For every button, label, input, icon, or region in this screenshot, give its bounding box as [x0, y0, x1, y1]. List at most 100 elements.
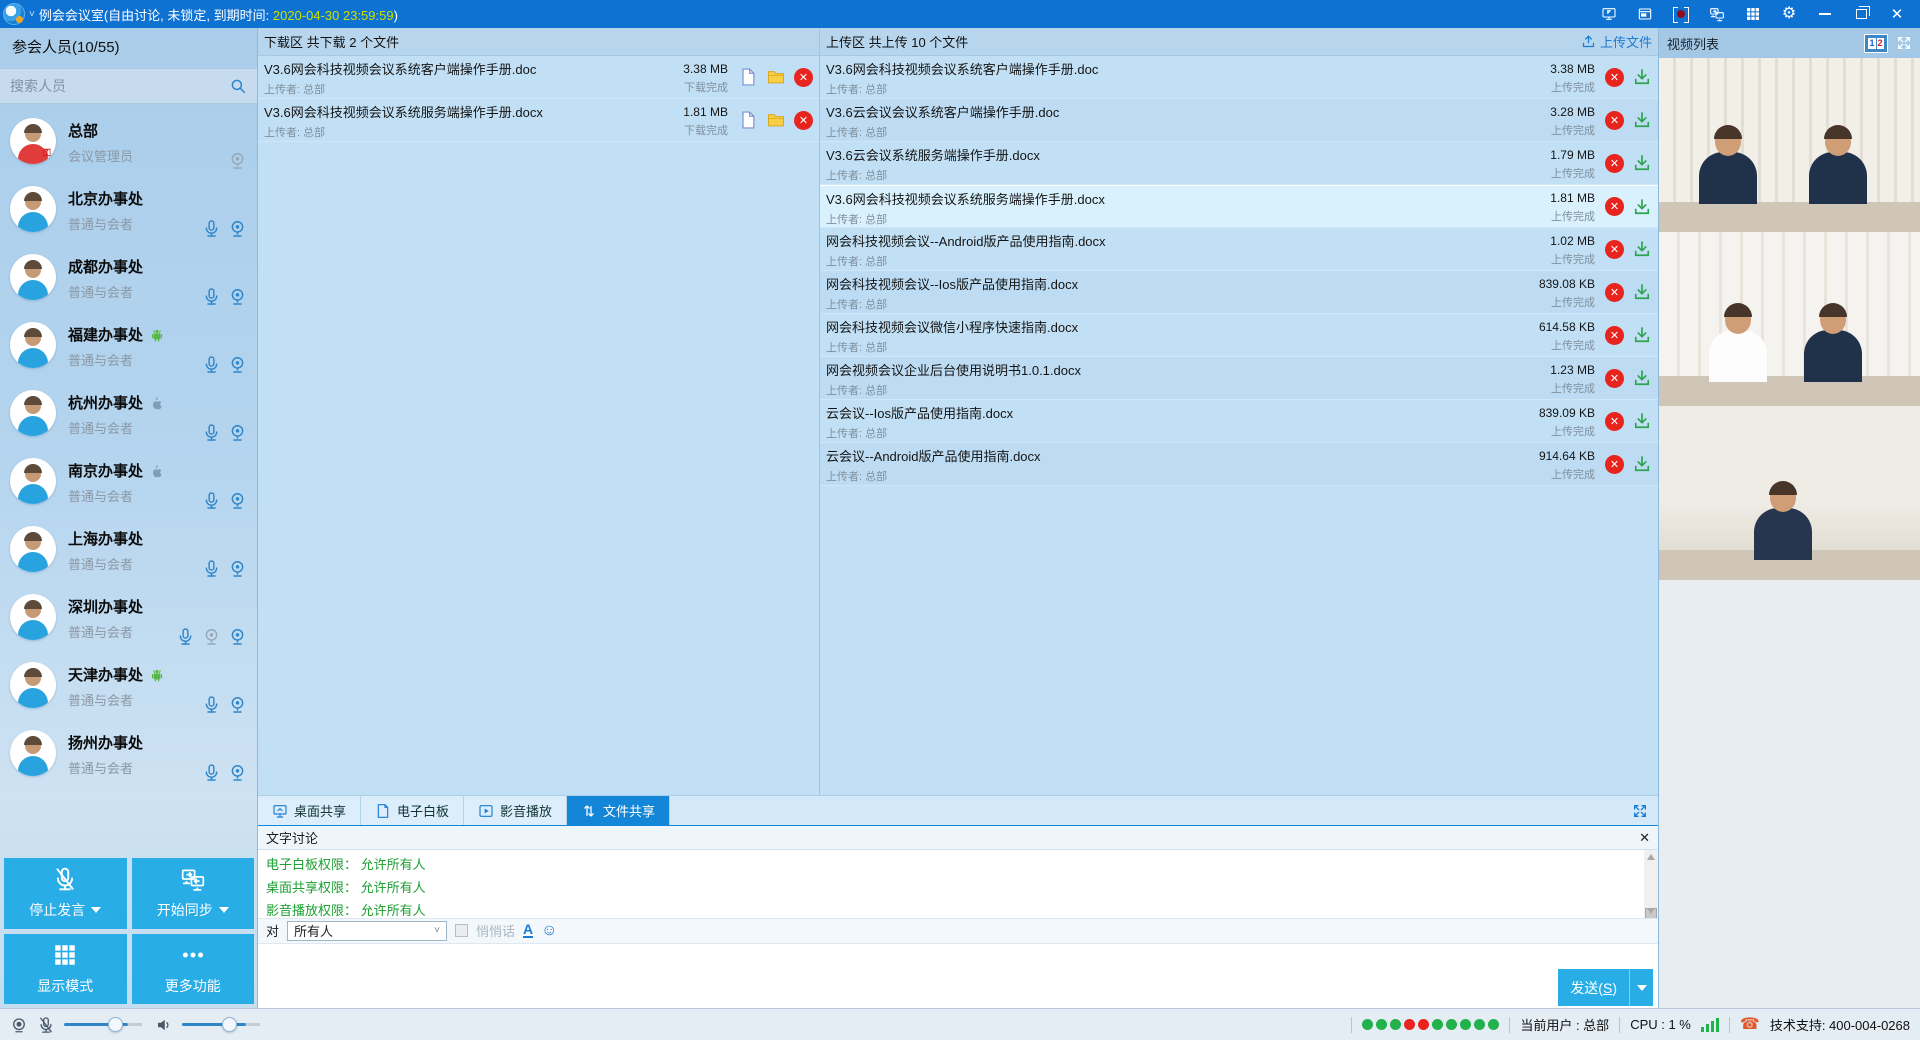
- download-icon[interactable]: [1632, 325, 1652, 345]
- delete-icon[interactable]: ✕: [1605, 240, 1624, 259]
- video-thumbnail[interactable]: [1659, 58, 1920, 232]
- download-icon[interactable]: [1632, 110, 1652, 130]
- font-color-icon[interactable]: A: [523, 923, 533, 938]
- webcam-status-icon[interactable]: [10, 1016, 28, 1034]
- download-icon[interactable]: [1632, 368, 1652, 388]
- sync-button[interactable]: 开始同步: [132, 858, 255, 929]
- net-sync-icon[interactable]: [1704, 3, 1730, 25]
- delete-icon[interactable]: ✕: [1605, 455, 1624, 474]
- tab-文件共享[interactable]: 文件共享: [567, 796, 670, 825]
- mic-icon[interactable]: [176, 627, 195, 646]
- upload-file-row[interactable]: 云会议--Ios版产品使用指南.docx 上传者: 总部 839.09 KB 上…: [820, 400, 1658, 443]
- participant-row[interactable]: ⚿ 成都办事处 普通与会者: [0, 246, 257, 314]
- open-folder-icon[interactable]: [766, 110, 786, 130]
- delete-icon[interactable]: ✕: [794, 68, 813, 87]
- mic-muted-status-icon[interactable]: [37, 1016, 55, 1034]
- webcam-icon[interactable]: [228, 695, 247, 714]
- emoji-icon[interactable]: ☺: [541, 923, 557, 939]
- layout-1-2-icon[interactable]: 12: [1864, 34, 1888, 53]
- delete-icon[interactable]: ✕: [1605, 283, 1624, 302]
- upload-file-row[interactable]: 网会视频会议企业后台使用说明书1.0.1.docx 上传者: 总部 1.23 M…: [820, 357, 1658, 400]
- video-thumbnail[interactable]: [1659, 406, 1920, 580]
- speaker-icon[interactable]: [155, 1016, 173, 1034]
- mic-icon[interactable]: [202, 219, 221, 238]
- recipient-select[interactable]: 所有人˅: [287, 921, 447, 941]
- whisper-checkbox[interactable]: [455, 924, 468, 937]
- upload-file-row[interactable]: V3.6网会科技视频会议系统客户端操作手册.doc 上传者: 总部 3.38 M…: [820, 56, 1658, 99]
- chevron-down-icon[interactable]: [91, 907, 101, 913]
- mic-icon[interactable]: [202, 695, 221, 714]
- upload-file-row[interactable]: 网会科技视频会议微信小程序快速指南.docx 上传者: 总部 614.58 KB…: [820, 314, 1658, 357]
- send-button[interactable]: 发送(S): [1558, 969, 1653, 1006]
- tab-电子白板[interactable]: 电子白板: [361, 796, 464, 825]
- upload-file-button[interactable]: 上传文件: [1581, 32, 1652, 51]
- upload-file-row[interactable]: 云会议--Android版产品使用指南.docx 上传者: 总部 914.64 …: [820, 443, 1658, 486]
- webcam-icon[interactable]: [228, 287, 247, 306]
- doc-file-icon[interactable]: [738, 67, 758, 87]
- participant-row[interactable]: ⚿ 北京办事处 普通与会者: [0, 178, 257, 246]
- webcam-disabled-icon[interactable]: [228, 151, 247, 170]
- mic-icon[interactable]: [202, 763, 221, 782]
- send-options-caret[interactable]: [1629, 969, 1653, 1006]
- download-icon[interactable]: [1632, 282, 1652, 302]
- tab-桌面共享[interactable]: 桌面共享: [258, 796, 361, 825]
- scroll-down-icon[interactable]: [1647, 908, 1655, 914]
- download-icon[interactable]: [1632, 239, 1652, 259]
- chevron-down-icon[interactable]: ˅: [29, 9, 35, 20]
- webcam-disabled-icon[interactable]: [202, 627, 221, 646]
- download-file-row[interactable]: V3.6网会科技视频会议系统客户端操作手册.doc 上传者: 总部 3.38 M…: [258, 56, 819, 99]
- delete-icon[interactable]: ✕: [1605, 326, 1624, 345]
- delete-icon[interactable]: ✕: [1605, 154, 1624, 173]
- participant-row[interactable]: ⚿ 扬州办事处 普通与会者: [0, 722, 257, 790]
- chat-input-area[interactable]: 发送(S): [258, 944, 1658, 1009]
- upload-file-row[interactable]: V3.6云会议会议系统客户端操作手册.doc 上传者: 总部 3.28 MB 上…: [820, 99, 1658, 142]
- participant-row[interactable]: ⚿ 福建办事处 普通与会者: [0, 314, 257, 382]
- upload-file-row[interactable]: 网会科技视频会议--Android版产品使用指南.docx 上传者: 总部 1.…: [820, 228, 1658, 271]
- download-icon[interactable]: [1632, 67, 1652, 87]
- video-thumbnail[interactable]: [1659, 232, 1920, 406]
- download-icon[interactable]: [1632, 153, 1652, 173]
- upload-file-row[interactable]: 网会科技视频会议--Ios版产品使用指南.docx 上传者: 总部 839.08…: [820, 271, 1658, 314]
- expand-icon[interactable]: [1896, 35, 1912, 51]
- download-icon[interactable]: [1632, 197, 1652, 217]
- speaker-volume-slider[interactable]: [182, 1023, 246, 1026]
- chevron-down-icon[interactable]: [219, 907, 229, 913]
- participant-row[interactable]: ⚿ 上海办事处 普通与会者: [0, 518, 257, 586]
- open-folder-icon[interactable]: [766, 67, 786, 87]
- grid-icon[interactable]: [1740, 3, 1766, 25]
- mic-icon[interactable]: [202, 287, 221, 306]
- download-icon[interactable]: [1632, 411, 1652, 431]
- webcam-icon[interactable]: [228, 763, 247, 782]
- delete-icon[interactable]: ✕: [1605, 369, 1624, 388]
- minimize-icon[interactable]: [1812, 3, 1838, 25]
- webcam-icon[interactable]: [228, 423, 247, 442]
- chat-scrollbar[interactable]: [1644, 850, 1658, 918]
- download-icon[interactable]: [1632, 454, 1652, 474]
- delete-icon[interactable]: ✕: [1605, 197, 1624, 216]
- mic-muted-button[interactable]: 停止发言: [4, 858, 127, 929]
- maximize-icon[interactable]: [1848, 3, 1874, 25]
- participant-row[interactable]: ⚿ 总部 会议管理员: [0, 110, 257, 178]
- search-input[interactable]: 搜索人员: [0, 68, 257, 104]
- close-icon[interactable]: ✕: [1884, 3, 1910, 25]
- record-icon[interactable]: [1668, 3, 1694, 25]
- upload-file-row[interactable]: V3.6网会科技视频会议系统服务端操作手册.docx 上传者: 总部 1.81 …: [820, 185, 1658, 228]
- settings-icon[interactable]: ⚙: [1776, 3, 1802, 25]
- webcam-icon[interactable]: [228, 559, 247, 578]
- webcam-icon[interactable]: [228, 219, 247, 238]
- download-file-row[interactable]: V3.6网会科技视频会议系统服务端操作手册.docx 上传者: 总部 1.81 …: [258, 99, 819, 142]
- mic-icon[interactable]: [202, 423, 221, 442]
- search-icon[interactable]: [229, 77, 247, 95]
- app-window-icon[interactable]: [1632, 3, 1658, 25]
- screen-share-icon[interactable]: [1596, 3, 1622, 25]
- doc-file-icon[interactable]: [738, 110, 758, 130]
- more-button[interactable]: 更多功能: [132, 934, 255, 1005]
- mic-icon[interactable]: [202, 491, 221, 510]
- participant-row[interactable]: ⚿ 南京办事处 普通与会者: [0, 450, 257, 518]
- participant-row[interactable]: ⚿ 深圳办事处 普通与会者: [0, 586, 257, 654]
- tab-影音播放[interactable]: 影音播放: [464, 796, 567, 825]
- delete-icon[interactable]: ✕: [1605, 412, 1624, 431]
- scroll-up-icon[interactable]: [1647, 854, 1655, 860]
- expand-icon[interactable]: [1632, 803, 1648, 819]
- mic-icon[interactable]: [202, 559, 221, 578]
